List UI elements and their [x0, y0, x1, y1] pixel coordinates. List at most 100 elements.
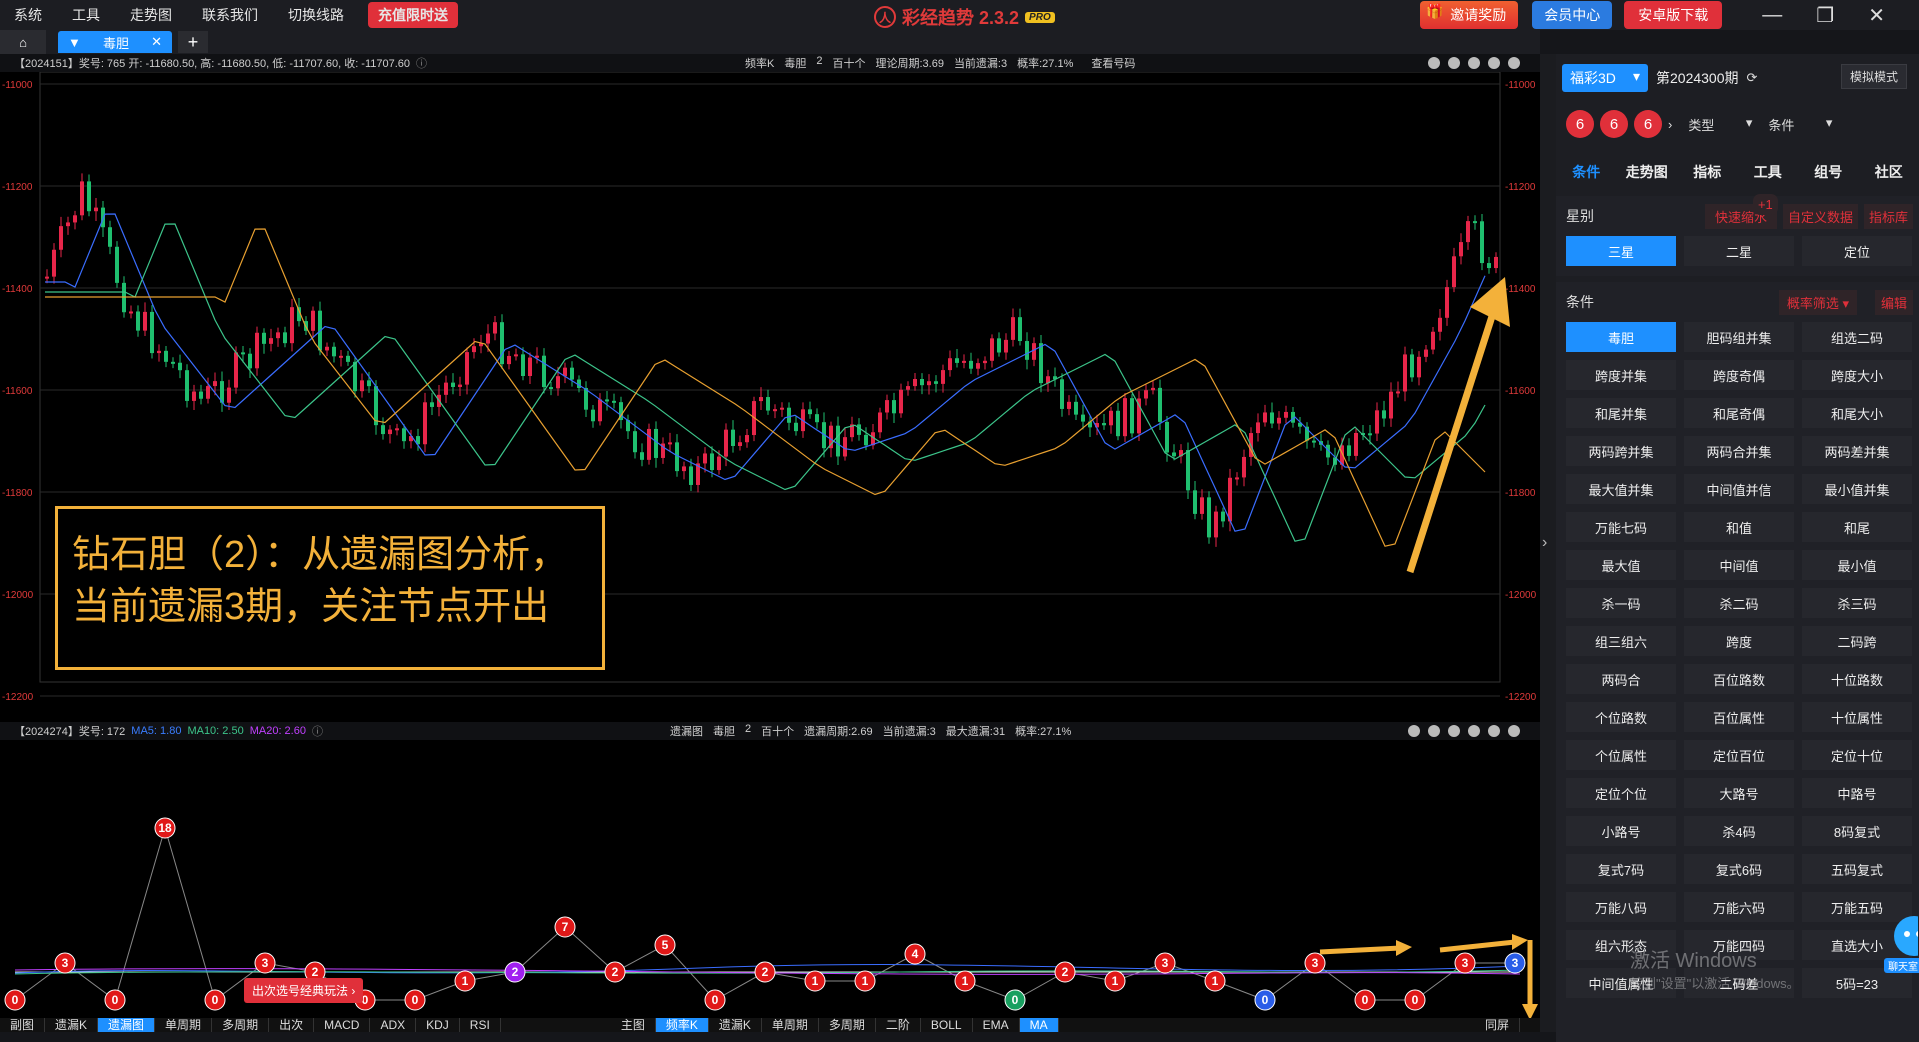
chevron-right-icon[interactable]: › — [1542, 534, 1547, 552]
omission-chart[interactable]: 03018032001272502114102131030033 — [0, 740, 1540, 1018]
pin-icon[interactable] — [1408, 725, 1420, 737]
recharge-promo-button[interactable]: 充值限时送 — [368, 2, 458, 28]
condition-option[interactable]: 个位属性 — [1566, 740, 1676, 770]
btab-omission-chart[interactable]: 遗漏图 — [98, 1018, 155, 1032]
condition-option[interactable]: 定位十位 — [1802, 740, 1912, 770]
sub-move-down-icon[interactable] — [1468, 725, 1480, 737]
star-option-position[interactable]: 定位 — [1802, 236, 1912, 266]
tab-group[interactable]: 组号 — [1798, 162, 1859, 182]
indicator-library-button[interactable]: 指标库 — [1864, 204, 1913, 229]
home-icon[interactable]: ⌂ — [0, 30, 46, 54]
condition-option[interactable]: 五码复式 — [1802, 854, 1912, 884]
condition-option[interactable]: 最大值并集 — [1566, 474, 1676, 504]
condition-option[interactable]: 中路号 — [1802, 778, 1912, 808]
condition-option[interactable]: 两码合 — [1566, 664, 1676, 694]
condition-option[interactable]: 大路号 — [1684, 778, 1794, 808]
condition-option[interactable]: 定位个位 — [1566, 778, 1676, 808]
tab-indicators[interactable]: 指标 — [1677, 162, 1738, 182]
btab-sub[interactable]: 副图 — [0, 1018, 45, 1032]
condition-select[interactable]: 条件▾ — [1768, 115, 1832, 134]
sub-help-icon[interactable]: ⓘ — [312, 723, 323, 739]
condition-option[interactable]: 百位属性 — [1684, 702, 1794, 732]
refresh-icon[interactable]: ⟳ — [1747, 70, 1758, 86]
condition-option[interactable]: 和值 — [1684, 512, 1794, 542]
edit-button[interactable]: 编辑 — [1875, 290, 1913, 315]
member-center-button[interactable]: 会员中心 — [1532, 1, 1612, 29]
tab-tools[interactable]: 工具 — [1738, 162, 1799, 182]
btab-occurrence[interactable]: 出次 — [269, 1018, 314, 1032]
tab-conditions[interactable]: 条件 — [1556, 162, 1617, 182]
quick-shrink-button[interactable]: 快速缩水+1 — [1705, 204, 1777, 229]
add-tab-icon[interactable]: + — [178, 31, 208, 53]
tab-dudan[interactable]: ▼ 毒胆 ✕ — [58, 31, 172, 53]
condition-option[interactable]: 胆码组并集 — [1684, 322, 1794, 352]
condition-option[interactable]: 定位百位 — [1684, 740, 1794, 770]
btab-multi-cycle2[interactable]: 多周期 — [819, 1018, 876, 1032]
condition-option[interactable]: 个位路数 — [1566, 702, 1676, 732]
menu-trend[interactable]: 走势图 — [130, 5, 172, 25]
tab-trend[interactable]: 走势图 — [1617, 162, 1678, 182]
sub-close-icon[interactable] — [1508, 725, 1520, 737]
minimize-icon[interactable]: — — [1762, 4, 1782, 27]
condition-option[interactable]: 两码跨并集 — [1566, 436, 1676, 466]
panel-collapse-handle[interactable]: › — [1540, 54, 1556, 1032]
restore-icon[interactable]: ❐ — [1816, 3, 1834, 28]
condition-option[interactable]: 万能七码 — [1566, 512, 1676, 542]
condition-option[interactable]: 和尾并集 — [1566, 398, 1676, 428]
condition-option[interactable]: 组三组六 — [1566, 626, 1676, 656]
menu-tools[interactable]: 工具 — [72, 5, 100, 25]
hide-icon[interactable] — [1448, 57, 1460, 69]
condition-option[interactable]: 二码跨 — [1802, 626, 1912, 656]
config-icon[interactable] — [1508, 57, 1520, 69]
condition-option[interactable]: 十位路数 — [1802, 664, 1912, 694]
classic-play-promo[interactable]: 出次选号经典玩法 › — [244, 978, 363, 1003]
condition-option[interactable]: 最小值 — [1802, 550, 1912, 580]
close-icon[interactable]: ✕ — [1868, 3, 1885, 28]
condition-option[interactable]: 跨度大小 — [1802, 360, 1912, 390]
custom-data-button[interactable]: 自定义数据 — [1783, 204, 1858, 229]
condition-option[interactable]: 和尾 — [1802, 512, 1912, 542]
btab-ema[interactable]: EMA — [973, 1018, 1020, 1032]
btab-omission-k[interactable]: 遗漏K — [45, 1018, 98, 1032]
settings-icon[interactable] — [1428, 57, 1440, 69]
condition-option[interactable]: 和尾奇偶 — [1684, 398, 1794, 428]
condition-option[interactable]: 中间值并信 — [1684, 474, 1794, 504]
condition-option[interactable]: 跨度奇偶 — [1684, 360, 1794, 390]
btab-omission-k2[interactable]: 遗漏K — [709, 1018, 762, 1032]
condition-option[interactable]: 毒胆 — [1566, 322, 1676, 352]
btab-adx[interactable]: ADX — [370, 1018, 416, 1032]
condition-option[interactable]: 百位路数 — [1684, 664, 1794, 694]
btab-ma[interactable]: MA — [1020, 1018, 1059, 1032]
chevron-right-small-icon[interactable]: › — [1668, 117, 1672, 132]
invite-reward-button[interactable]: 邀请奖励 — [1420, 1, 1518, 29]
sub-config-icon[interactable] — [1488, 725, 1500, 737]
type-select[interactable]: 类型▾ — [1688, 115, 1752, 134]
star-option-two[interactable]: 二星 — [1684, 236, 1794, 266]
condition-option[interactable]: 杀4码 — [1684, 816, 1794, 846]
condition-option[interactable]: 最大值 — [1566, 550, 1676, 580]
btab-single-cycle2[interactable]: 单周期 — [762, 1018, 819, 1032]
chat-room-button[interactable]: 聊天室 — [1888, 914, 1919, 976]
android-download-button[interactable]: 安卓版下载 — [1624, 1, 1722, 29]
condition-option[interactable]: 杀三码 — [1802, 588, 1912, 618]
tab-close-icon[interactable]: ✕ — [151, 34, 162, 50]
sub-move-up-icon[interactable] — [1448, 725, 1460, 737]
condition-option[interactable]: 8码复式 — [1802, 816, 1912, 846]
condition-option[interactable]: 两码差并集 — [1802, 436, 1912, 466]
btab-multi-cycle[interactable]: 多周期 — [212, 1018, 269, 1032]
condition-option[interactable]: 小路号 — [1566, 816, 1676, 846]
move-down-icon[interactable] — [1488, 57, 1500, 69]
help-icon[interactable]: ⓘ — [416, 55, 427, 71]
btab-single-cycle[interactable]: 单周期 — [155, 1018, 212, 1032]
btab-frequency-k[interactable]: 频率K — [656, 1018, 709, 1032]
condition-option[interactable]: 和尾大小 — [1802, 398, 1912, 428]
condition-option[interactable]: 复式7码 — [1566, 854, 1676, 884]
lottery-select[interactable]: 福彩3D ▾ — [1562, 64, 1648, 92]
mock-mode-button[interactable]: 模拟模式 — [1841, 64, 1907, 89]
btab-boll[interactable]: BOLL — [921, 1018, 973, 1032]
menu-system[interactable]: 系统 — [14, 5, 42, 25]
btab-kdj[interactable]: KDJ — [416, 1018, 460, 1032]
btab-second-order[interactable]: 二阶 — [876, 1018, 921, 1032]
menu-switch-line[interactable]: 切换线路 — [288, 5, 344, 25]
condition-option[interactable]: 复式6码 — [1684, 854, 1794, 884]
